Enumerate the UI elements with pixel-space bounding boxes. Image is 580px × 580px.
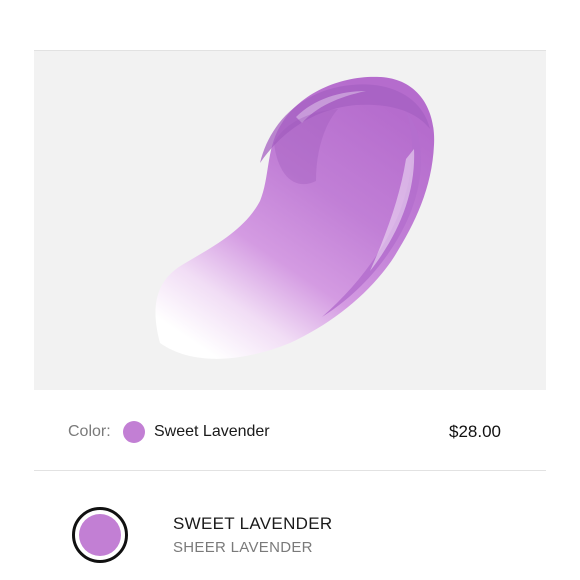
shade-name: SWEET LAVENDER: [173, 514, 333, 533]
color-label: Color:: [68, 423, 111, 440]
lip-gloss-swatch-smear: [155, 76, 435, 359]
product-page: Color: Sweet Lavender $28.00 SWEET LAVEN…: [0, 0, 580, 580]
product-swatch-image: [34, 51, 546, 390]
shade-description: SHEER LAVENDER: [173, 539, 313, 556]
shade-swatch-button[interactable]: [72, 507, 128, 563]
product-price: $28.00: [449, 422, 501, 441]
selected-color-dot[interactable]: [123, 421, 145, 443]
color-price-row: Color: Sweet Lavender $28.00: [34, 390, 546, 471]
shade-swatch-color: [79, 514, 121, 556]
selected-color-name: Sweet Lavender: [154, 423, 270, 440]
